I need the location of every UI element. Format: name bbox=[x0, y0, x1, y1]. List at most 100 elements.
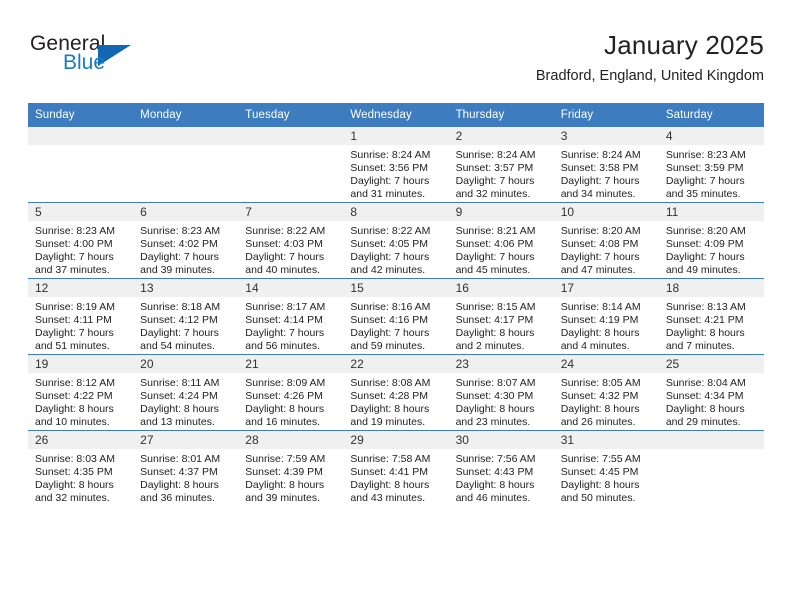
weekday-header-saturday: Saturday bbox=[658, 103, 764, 127]
daylight-text-line1: Daylight: 8 hours bbox=[665, 403, 745, 416]
day-cell[interactable]: 15 Sunrise: 8:16 AM Sunset: 4:16 PM Dayligh… bbox=[343, 278, 449, 355]
day-number: 28 bbox=[238, 431, 344, 449]
day-cell[interactable]: 26 Sunrise: 8:03 AM Sunset: 4:35 PM Dayligh… bbox=[28, 430, 134, 506]
day-cell-inner: 31 Sunrise: 7:55 AM Sunset: 4:45 PM Dayligh… bbox=[553, 431, 659, 506]
daylight-text-line1: Daylight: 8 hours bbox=[350, 403, 430, 416]
day-cell[interactable]: 8 Sunrise: 8:22 AM Sunset: 4:05 PM Daylight… bbox=[343, 202, 449, 279]
day-cell[interactable]: 27 Sunrise: 8:01 AM Sunset: 4:37 PM Dayligh… bbox=[133, 430, 239, 506]
day-number: 3 bbox=[553, 127, 659, 145]
daylight-text-line2: and 35 minutes. bbox=[665, 188, 741, 201]
day-cell[interactable]: 23 Sunrise: 8:07 AM Sunset: 4:30 PM Dayligh… bbox=[448, 354, 554, 431]
calendar-week-row: 19 Sunrise: 8:12 AM Sunset: 4:22 PM Dayligh… bbox=[28, 354, 764, 431]
daylight-text-line2: and 59 minutes. bbox=[350, 340, 426, 353]
day-number: 9 bbox=[448, 203, 554, 221]
sunrise-text: Sunrise: 8:07 AM bbox=[455, 377, 536, 389]
sunset-text: Sunset: 4:37 PM bbox=[140, 466, 218, 479]
day-details: Sunrise: 8:19 AM Sunset: 4:11 PM Daylight:… bbox=[28, 297, 133, 353]
calendar-week-row: 5 Sunrise: 8:23 AM Sunset: 4:00 PM Daylight… bbox=[28, 202, 764, 279]
day-cell[interactable]: 28 Sunrise: 7:59 AM Sunset: 4:39 PM Dayligh… bbox=[238, 430, 344, 506]
day-cell-inner: 8 Sunrise: 8:22 AM Sunset: 4:05 PM Daylight… bbox=[343, 203, 449, 278]
sunset-text: Sunset: 4:45 PM bbox=[560, 466, 639, 479]
day-cell[interactable]: 18 Sunrise: 8:13 AM Sunset: 4:21 PM Dayligh… bbox=[658, 278, 764, 355]
day-details: Sunrise: 8:23 AM Sunset: 4:00 PM Daylight:… bbox=[28, 221, 133, 277]
day-number: 1 bbox=[343, 127, 449, 145]
sunrise-text: Sunrise: 8:24 AM bbox=[560, 149, 641, 161]
sunset-text: Sunset: 4:06 PM bbox=[455, 238, 534, 251]
sunrise-text: Sunrise: 8:23 AM bbox=[665, 149, 746, 161]
calendar-body: 1 Sunrise: 8:24 AM Sunset: 3:56 PM Daylight… bbox=[28, 127, 764, 506]
day-details: Sunrise: 8:16 AM Sunset: 4:16 PM Daylight:… bbox=[343, 297, 448, 353]
sunset-text: Sunset: 4:35 PM bbox=[35, 466, 113, 479]
daylight-text-line2: and 23 minutes. bbox=[455, 416, 531, 429]
day-details: Sunrise: 8:18 AM Sunset: 4:12 PM Daylight:… bbox=[133, 297, 238, 353]
day-cell[interactable]: 29 Sunrise: 7:58 AM Sunset: 4:41 PM Dayligh… bbox=[343, 430, 449, 506]
generalblue-logo[interactable]: General Blue bbox=[30, 32, 210, 88]
daylight-text-line1: Daylight: 8 hours bbox=[350, 479, 430, 492]
day-cell[interactable]: 31 Sunrise: 7:55 AM Sunset: 4:45 PM Dayligh… bbox=[553, 430, 659, 506]
day-cell[interactable]: 2 Sunrise: 8:24 AM Sunset: 3:57 PM Daylight… bbox=[448, 127, 554, 203]
day-details: Sunrise: 8:12 AM Sunset: 4:22 PM Daylight:… bbox=[28, 373, 133, 429]
daylight-text-line2: and 42 minutes. bbox=[350, 264, 426, 277]
daylight-text-line2: and 34 minutes. bbox=[560, 188, 636, 201]
day-cell-inner: 3 Sunrise: 8:24 AM Sunset: 3:58 PM Daylight… bbox=[553, 127, 659, 202]
day-cell[interactable]: 21 Sunrise: 8:09 AM Sunset: 4:26 PM Dayligh… bbox=[238, 354, 344, 431]
day-details: Sunrise: 7:58 AM Sunset: 4:41 PM Daylight:… bbox=[343, 449, 448, 505]
day-cell[interactable]: 5 Sunrise: 8:23 AM Sunset: 4:00 PM Daylight… bbox=[28, 202, 134, 279]
day-cell[interactable]: 17 Sunrise: 8:14 AM Sunset: 4:19 PM Dayligh… bbox=[553, 278, 659, 355]
daylight-text-line2: and 43 minutes. bbox=[350, 492, 426, 505]
daylight-text-line2: and 49 minutes. bbox=[665, 264, 741, 277]
day-cell[interactable]: 24 Sunrise: 8:05 AM Sunset: 4:32 PM Dayligh… bbox=[553, 354, 659, 431]
sunrise-text: Sunrise: 8:17 AM bbox=[245, 301, 326, 313]
sunrise-text: Sunrise: 8:23 AM bbox=[35, 225, 115, 237]
day-details: Sunrise: 8:13 AM Sunset: 4:21 PM Daylight:… bbox=[659, 297, 764, 353]
day-cell[interactable]: 3 Sunrise: 8:24 AM Sunset: 3:58 PM Daylight… bbox=[553, 127, 659, 203]
daylight-text-line1: Daylight: 8 hours bbox=[560, 479, 640, 492]
day-details: Sunrise: 8:20 AM Sunset: 4:09 PM Daylight:… bbox=[659, 221, 764, 277]
daylight-text-line1: Daylight: 8 hours bbox=[140, 403, 219, 416]
day-cell[interactable]: 12 Sunrise: 8:19 AM Sunset: 4:11 PM Dayligh… bbox=[28, 278, 134, 355]
day-cell[interactable]: 22 Sunrise: 8:08 AM Sunset: 4:28 PM Dayligh… bbox=[343, 354, 449, 431]
day-cell-inner: 28 Sunrise: 7:59 AM Sunset: 4:39 PM Dayligh… bbox=[238, 431, 344, 506]
day-number bbox=[28, 127, 134, 145]
sunset-text: Sunset: 4:34 PM bbox=[665, 390, 744, 403]
sunset-text: Sunset: 4:43 PM bbox=[455, 466, 534, 479]
daylight-text-line2: and 4 minutes. bbox=[560, 340, 630, 353]
day-number: 2 bbox=[448, 127, 554, 145]
sunrise-text: Sunrise: 8:24 AM bbox=[455, 149, 536, 161]
day-cell[interactable]: 16 Sunrise: 8:15 AM Sunset: 4:17 PM Dayligh… bbox=[448, 278, 554, 355]
day-cell[interactable]: 20 Sunrise: 8:11 AM Sunset: 4:24 PM Dayligh… bbox=[133, 354, 239, 431]
sunset-text: Sunset: 4:05 PM bbox=[350, 238, 429, 251]
day-cell[interactable]: 14 Sunrise: 8:17 AM Sunset: 4:14 PM Dayligh… bbox=[238, 278, 344, 355]
sunset-text: Sunset: 4:16 PM bbox=[350, 314, 429, 327]
day-cell[interactable]: 30 Sunrise: 7:56 AM Sunset: 4:43 PM Dayligh… bbox=[448, 430, 554, 506]
day-cell-inner bbox=[238, 127, 344, 202]
daylight-text-line2: and 31 minutes. bbox=[350, 188, 426, 201]
day-cell[interactable]: 25 Sunrise: 8:04 AM Sunset: 4:34 PM Dayligh… bbox=[658, 354, 764, 431]
day-cell-inner: 16 Sunrise: 8:15 AM Sunset: 4:17 PM Dayligh… bbox=[448, 279, 554, 354]
sunrise-text: Sunrise: 8:12 AM bbox=[35, 377, 115, 389]
day-details: Sunrise: 7:56 AM Sunset: 4:43 PM Daylight:… bbox=[449, 449, 554, 505]
day-cell[interactable]: 11 Sunrise: 8:20 AM Sunset: 4:09 PM Dayligh… bbox=[658, 202, 764, 279]
day-details: Sunrise: 8:11 AM Sunset: 4:24 PM Daylight:… bbox=[133, 373, 238, 429]
day-cell[interactable]: 9 Sunrise: 8:21 AM Sunset: 4:06 PM Daylight… bbox=[448, 202, 554, 279]
daylight-text-line2: and 32 minutes. bbox=[35, 492, 110, 505]
calendar-grid: Sunday Monday Tuesday Wednesday Thursday Frid… bbox=[28, 103, 764, 506]
day-number: 24 bbox=[553, 355, 659, 373]
day-details: Sunrise: 8:24 AM Sunset: 3:56 PM Daylight:… bbox=[343, 145, 448, 201]
day-cell[interactable]: 1 Sunrise: 8:24 AM Sunset: 3:56 PM Daylight… bbox=[343, 127, 449, 203]
day-cell[interactable]: 19 Sunrise: 8:12 AM Sunset: 4:22 PM Dayligh… bbox=[28, 354, 134, 431]
day-cell-inner bbox=[133, 127, 239, 202]
day-cell[interactable]: 7 Sunrise: 8:22 AM Sunset: 4:03 PM Daylight… bbox=[238, 202, 344, 279]
day-cell[interactable]: 6 Sunrise: 8:23 AM Sunset: 4:02 PM Daylight… bbox=[133, 202, 239, 279]
sunrise-text: Sunrise: 7:59 AM bbox=[245, 453, 326, 465]
day-number: 21 bbox=[238, 355, 344, 373]
day-cell[interactable]: 13 Sunrise: 8:18 AM Sunset: 4:12 PM Dayligh… bbox=[133, 278, 239, 355]
sunrise-text: Sunrise: 8:18 AM bbox=[140, 301, 221, 313]
day-cell[interactable]: 4 Sunrise: 8:23 AM Sunset: 3:59 PM Daylight… bbox=[658, 127, 764, 203]
sunset-text: Sunset: 4:22 PM bbox=[35, 390, 113, 403]
daylight-text-line2: and 56 minutes. bbox=[245, 340, 320, 353]
day-cell-empty bbox=[658, 430, 764, 506]
day-number: 10 bbox=[553, 203, 659, 221]
day-cell[interactable]: 10 Sunrise: 8:20 AM Sunset: 4:08 PM Dayligh… bbox=[553, 202, 659, 279]
daylight-text-line2: and 37 minutes. bbox=[35, 264, 110, 277]
